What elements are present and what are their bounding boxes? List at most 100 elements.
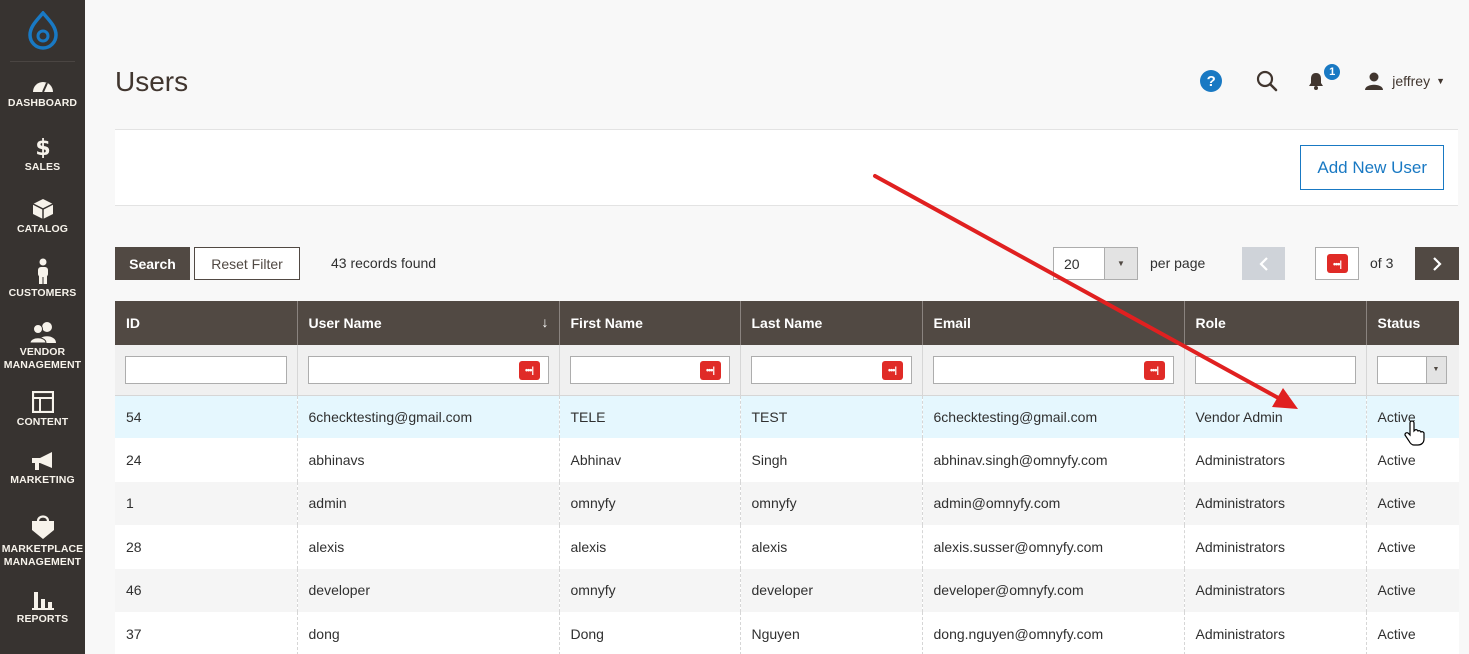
add-new-user-button[interactable]: Add New User <box>1300 145 1444 190</box>
table-cell: abhinav.singh@omnyfy.com <box>921 438 1184 482</box>
username-label: jeffrey <box>1392 73 1431 89</box>
filter-email-input[interactable]: •••| <box>932 355 1174 384</box>
password-manager-icon[interactable]: •••| <box>1143 360 1165 380</box>
column-header-status[interactable]: Status <box>1365 301 1459 345</box>
sidebar-item-content[interactable]: CONTENT <box>0 382 85 438</box>
table-cell: 37 <box>115 611 297 654</box>
table-cell: admin <box>296 481 559 526</box>
sidebar-item-dashboard[interactable]: DASHBOARD <box>0 62 85 124</box>
next-page-button[interactable] <box>1415 247 1459 280</box>
sidebar-item-vendor[interactable]: VENDOR MANAGEMENT <box>0 310 85 382</box>
filter-status: ▼ <box>1365 345 1459 396</box>
chevron-down-icon[interactable]: ▼ <box>1425 356 1446 383</box>
table-cell: dong.nguyen@omnyfy.com <box>921 611 1184 654</box>
grid-filter-row: •••| •••| •••| •••| ▼ <box>115 345 1459 396</box>
table-row[interactable]: 24 abhinavs Abhinav Singh abhinav.singh@omny… <box>115 438 1459 482</box>
filter-lastname: •••| <box>739 345 922 396</box>
user-avatar-icon <box>1365 72 1384 90</box>
svg-text:$: $ <box>35 136 50 158</box>
notifications-button[interactable]: 1 <box>1308 62 1343 90</box>
table-cell: Vendor Admin <box>1183 395 1366 439</box>
grid-toolbar: Search Reset Filter 43 records found 20 … <box>115 247 1460 280</box>
password-manager-icon[interactable]: •••| <box>699 360 721 380</box>
table-cell: Administrators <box>1183 525 1366 569</box>
chevron-down-icon[interactable]: ▼ <box>1104 248 1137 279</box>
shopping-bag-icon <box>29 512 57 543</box>
password-manager-icon[interactable]: •••| <box>518 360 540 380</box>
help-icon[interactable]: ? <box>1200 70 1223 92</box>
dollar-icon: $ <box>35 136 51 161</box>
reset-filter-button[interactable]: Reset Filter <box>194 247 300 280</box>
table-cell: TELE <box>558 395 740 439</box>
sidebar-item-reports[interactable]: REPORTS <box>0 580 85 636</box>
sidebar-item-sales[interactable]: $ SALES <box>0 124 85 186</box>
table-cell: alexis <box>558 525 740 569</box>
per-page-select[interactable]: 20 ▼ <box>1053 247 1138 280</box>
column-header-label: First Name <box>570 315 643 331</box>
table-row[interactable]: 1 admin omnyfy omnyfy admin@omnyfy.com Admini… <box>115 481 1459 526</box>
records-found-count: 43 records found <box>331 255 437 271</box>
chevron-right-icon <box>1433 256 1442 271</box>
column-header-email[interactable]: Email <box>921 301 1184 345</box>
sort-descending-icon: ↓ <box>541 314 549 330</box>
megaphone-icon <box>30 451 56 474</box>
filter-firstname-input[interactable]: •••| <box>569 355 730 384</box>
table-cell: 6checktesting@gmail.com <box>296 395 559 439</box>
table-cell: Active <box>1365 438 1459 482</box>
table-cell: Administrators <box>1183 481 1366 526</box>
column-header-label: User Name <box>308 315 382 331</box>
current-page-input[interactable]: •••| <box>1315 247 1359 280</box>
filter-status-select[interactable]: ▼ <box>1376 355 1447 384</box>
table-row[interactable]: 37 dong Dong Nguyen dong.nguyen@omnyfy.com Ad… <box>115 611 1459 654</box>
header-actions: ? 1 jeffrey ▼ <box>1200 62 1445 96</box>
table-cell: Active <box>1365 611 1459 654</box>
table-cell: Singh <box>739 438 922 482</box>
user-account-menu[interactable]: jeffrey ▼ <box>1364 72 1445 90</box>
box-icon <box>32 198 54 223</box>
sidebar-item-label: CONTENT <box>16 416 69 428</box>
table-cell: developer <box>739 568 922 612</box>
table-cell: Administrators <box>1183 568 1366 612</box>
previous-page-button[interactable] <box>1242 247 1285 280</box>
table-row[interactable]: 28 alexis alexis alexis alexis.susser@omnyfy… <box>115 525 1459 569</box>
table-cell: omnyfy <box>558 481 740 526</box>
column-header-id[interactable]: ID <box>115 301 297 345</box>
column-header-label: Status <box>1377 315 1421 331</box>
table-cell: 6checktesting@gmail.com <box>921 395 1184 439</box>
table-cell: admin@omnyfy.com <box>921 481 1184 526</box>
filter-username-input[interactable]: •••| <box>307 355 549 384</box>
column-header-role[interactable]: Role <box>1183 301 1366 345</box>
sidebar-item-label: MARKETING <box>10 474 75 486</box>
search-button[interactable]: Search <box>115 247 190 280</box>
table-row[interactable]: 54 6checktesting@gmail.com TELE TEST 6checkt… <box>115 395 1459 439</box>
sidebar-item-marketing[interactable]: MARKETING <box>0 438 85 500</box>
filter-id-input[interactable] <box>125 355 287 384</box>
sidebar-item-label: CATALOG <box>16 223 69 235</box>
filter-email: •••| <box>921 345 1184 396</box>
global-search-icon[interactable] <box>1256 70 1278 92</box>
filter-lastname-input[interactable]: •••| <box>750 355 912 384</box>
table-row[interactable]: 46 developer omnyfy developer developer@omny… <box>115 568 1459 612</box>
sidebar-item-customers[interactable]: CUSTOMERS <box>0 248 85 310</box>
column-header-last-name[interactable]: Last Name <box>739 301 922 345</box>
table-cell: Administrators <box>1183 611 1366 654</box>
table-cell: abhinavs <box>296 438 559 482</box>
column-header-first-name[interactable]: First Name <box>558 301 740 345</box>
per-page-label: per page <box>1150 255 1206 271</box>
sidebar-item-catalog[interactable]: CATALOG <box>0 186 85 248</box>
filter-role-input[interactable] <box>1194 355 1356 384</box>
column-header-label: Role <box>1195 315 1226 331</box>
table-cell: omnyfy <box>558 568 740 612</box>
password-manager-icon[interactable]: •••| <box>881 360 903 380</box>
chevron-left-icon <box>1258 256 1268 271</box>
chevron-down-icon: ▼ <box>1436 76 1445 86</box>
sidebar-item-marketplace[interactable]: MARKETPLACE MANAGEMENT <box>0 500 85 580</box>
page-actions-bar: Add New User <box>115 129 1458 206</box>
magento-logo[interactable] <box>10 0 75 62</box>
sidebar-item-label: SALES <box>24 161 61 173</box>
password-manager-icon[interactable]: •••| <box>1326 254 1348 273</box>
sidebar-item-label: CUSTOMERS <box>8 287 77 299</box>
column-header-user-name[interactable]: User Name ↓ <box>296 301 559 345</box>
page-title: Users <box>115 66 189 97</box>
layout-icon <box>31 391 54 416</box>
